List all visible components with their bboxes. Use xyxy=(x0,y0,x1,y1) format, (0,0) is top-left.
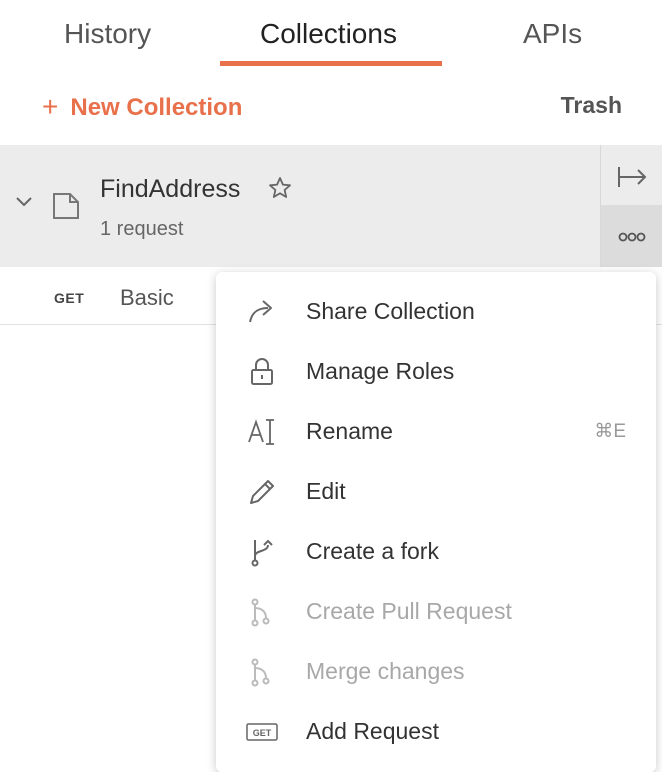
active-tab-indicator xyxy=(220,61,442,66)
more-options-button[interactable] xyxy=(600,205,662,267)
plus-icon: + xyxy=(42,91,59,122)
merge-icon xyxy=(251,658,270,687)
tab-history[interactable]: History xyxy=(64,18,151,50)
collection-side-tools xyxy=(600,145,662,267)
tab-collections[interactable]: Collections xyxy=(260,18,397,50)
menu-item-create-fork[interactable]: Create a fork xyxy=(216,522,656,582)
fork-icon xyxy=(251,539,273,567)
menu-item-label: Edit xyxy=(306,478,346,504)
collection-name: FindAddress xyxy=(100,175,241,203)
menu-item-label: Create a fork xyxy=(306,538,439,564)
rename-shortcut: ⌘E xyxy=(594,421,626,442)
more-options-icon xyxy=(618,232,646,242)
pencil-icon xyxy=(250,480,274,504)
menu-item-add-request[interactable]: GET Add Request xyxy=(216,702,656,762)
star-icon[interactable] xyxy=(268,176,292,200)
expand-panel-button[interactable] xyxy=(600,145,662,205)
tab-apis[interactable]: APIs xyxy=(523,18,582,50)
menu-item-label: Add Request xyxy=(306,718,439,744)
menu-item-share-collection[interactable]: Share Collection xyxy=(216,282,656,342)
menu-item-label: Share Collection xyxy=(306,298,475,324)
menu-item-label: Merge changes xyxy=(306,658,465,684)
chevron-down-icon[interactable] xyxy=(14,195,34,209)
menu-item-label: Manage Roles xyxy=(306,358,455,384)
share-icon xyxy=(249,300,272,323)
menu-item-label: Create Pull Request xyxy=(306,598,512,624)
get-request-icon-text: GET xyxy=(253,728,272,738)
rename-icon xyxy=(248,419,274,445)
new-collection-label: New Collection xyxy=(70,94,243,121)
menu-item-label: Rename xyxy=(306,418,393,444)
request-name: Basic xyxy=(120,285,174,310)
collection-row[interactable]: FindAddress 1 request xyxy=(0,145,600,267)
sidebar-tabs: History Collections APIs xyxy=(0,0,662,70)
collection-folder-icon xyxy=(53,193,79,219)
collection-request-count: 1 request xyxy=(100,218,184,240)
menu-item-create-pull-request[interactable]: Create Pull Request xyxy=(216,582,656,642)
menu-item-manage-roles[interactable]: Manage Roles xyxy=(216,342,656,402)
menu-item-merge-changes[interactable]: Merge changes xyxy=(216,642,656,702)
lock-icon xyxy=(251,358,273,385)
trash-button[interactable]: Trash xyxy=(561,92,622,119)
pull-request-icon xyxy=(251,598,270,627)
new-collection-button[interactable]: + New Collection xyxy=(42,90,242,122)
request-method: GET xyxy=(54,290,85,306)
menu-item-rename[interactable]: Rename ⌘E xyxy=(216,402,656,462)
expand-panel-icon xyxy=(618,167,647,187)
get-request-icon: GET xyxy=(246,723,278,741)
collection-context-menu: Share Collection Manage Roles Rename ⌘E … xyxy=(216,272,656,772)
menu-item-edit[interactable]: Edit xyxy=(216,462,656,522)
